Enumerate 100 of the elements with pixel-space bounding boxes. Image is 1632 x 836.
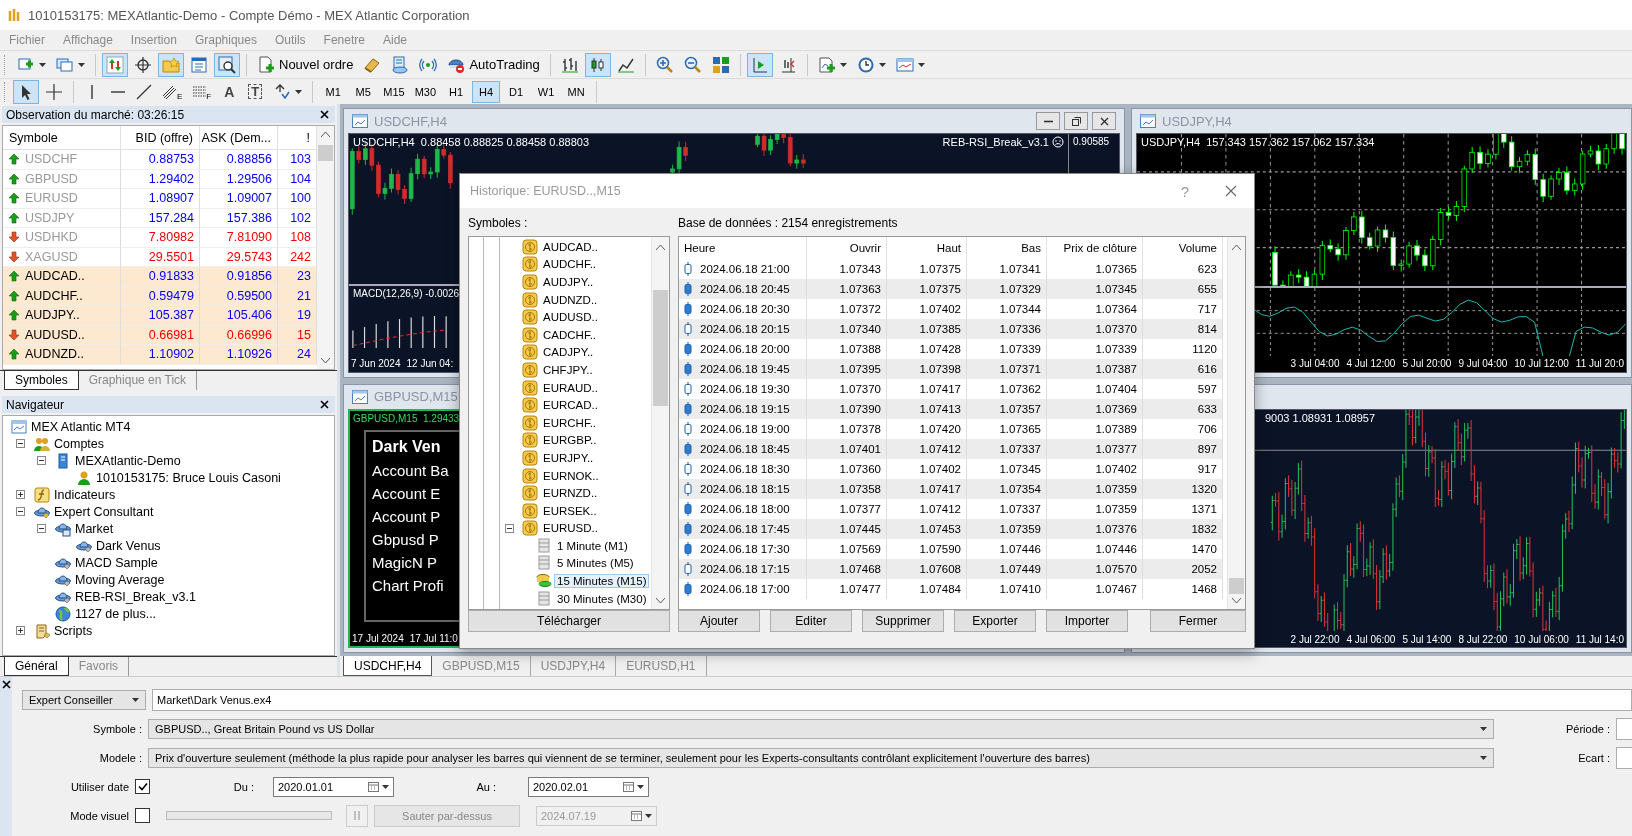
text-label-tool-button[interactable]: T xyxy=(243,79,268,104)
tree-item[interactable]: Expert Consultant xyxy=(54,504,154,519)
tree-item[interactable]: Market xyxy=(75,521,114,536)
bid-cell: 105.387 xyxy=(121,306,200,326)
mode-dropdown[interactable]: Expert Conseiller xyxy=(22,689,146,710)
panel-line: MagicN P xyxy=(372,553,438,571)
time-axis-label: 5 Jul 20:00 xyxy=(1402,358,1452,369)
time-cell: 2024.06.18 18:15 xyxy=(679,479,807,499)
dialog-button[interactable]: Exporter xyxy=(954,610,1036,632)
tree-item[interactable]: 30 Minutes (M30) xyxy=(555,592,649,605)
channel-button[interactable]: E xyxy=(158,79,187,104)
close-cell: 1.07359 xyxy=(1047,479,1143,499)
period-button[interactable]: W1 xyxy=(532,80,561,103)
high-cell: 1.07417 xyxy=(887,479,967,499)
period-button[interactable]: H4 xyxy=(472,80,501,103)
tab[interactable]: Général xyxy=(4,657,69,676)
time-axis-label: 11 Jul 14:0 xyxy=(1575,633,1624,645)
tree-item[interactable]: Dark Venus xyxy=(96,538,161,553)
dialog-button[interactable]: Editer xyxy=(770,610,852,632)
download-button[interactable]: Télécharger xyxy=(468,610,670,632)
period-button[interactable]: D1 xyxy=(502,80,531,103)
symbol-cell: USDHKD xyxy=(3,228,121,248)
ask-cell: 1.09007 xyxy=(200,189,278,209)
dialog-button[interactable]: Supprimer xyxy=(862,610,944,632)
tree-item[interactable]: Scripts xyxy=(54,623,93,638)
symbol-cell: AUDJPY.. xyxy=(3,306,121,326)
tree-item[interactable]: CHFJPY.. xyxy=(541,363,595,376)
chart-info-text: 9003 1.08931 1.08957 xyxy=(1265,411,1376,424)
chart-tab[interactable]: USDCHF,H4 xyxy=(343,656,433,676)
bid-cell: 0.91833 xyxy=(121,267,200,287)
tree-item[interactable]: EURJPY.. xyxy=(541,451,596,464)
chart-window-title: GBPUSD,M15 xyxy=(374,389,458,404)
tree-item[interactable]: EURCAD.. xyxy=(541,399,600,412)
toolbar-button[interactable]: Nouvel ordre xyxy=(253,52,358,77)
dialog-button[interactable]: Importer xyxy=(1046,610,1128,632)
panel-title: Observation du marché: 03:26:15 xyxy=(6,107,185,122)
checkbox-label: Mode visuel xyxy=(69,809,129,822)
tree-item[interactable]: Moving Average xyxy=(75,572,165,587)
tree-item[interactable]: EURCHF.. xyxy=(541,416,599,429)
dialog-button[interactable]: Ajouter xyxy=(678,610,760,632)
tree-item[interactable]: AUDUSD.. xyxy=(541,311,600,324)
time-axis-label: 7 Jun 2024 xyxy=(351,358,401,369)
low-cell: 1.07359 xyxy=(967,519,1047,539)
tree-item[interactable]: CADJPY.. xyxy=(541,346,596,359)
tree-item[interactable]: AUDNZD.. xyxy=(541,293,600,306)
text-tool-button[interactable]: A xyxy=(217,79,242,104)
tree-item[interactable]: EURAUD.. xyxy=(541,381,600,394)
symbol-dropdown[interactable]: GBPUSD.., Great Britain Pound vs US Dollar xyxy=(148,718,1494,739)
ask-cell: 0.88856 xyxy=(200,150,278,170)
low-cell: 1.07337 xyxy=(967,439,1047,459)
tree-item[interactable]: AUDJPY.. xyxy=(541,276,596,288)
toolbar-button[interactable]: AutoTrading xyxy=(443,52,544,77)
panel-line: Gbpusd P xyxy=(372,530,439,548)
bid-cell: 157.284 xyxy=(121,208,200,228)
volume-cell: 655 xyxy=(1143,279,1223,299)
tree-item[interactable]: EURNZD.. xyxy=(541,487,600,500)
period-button[interactable]: H1 xyxy=(442,80,471,103)
tree-item[interactable]: 1127 de plus... xyxy=(75,606,157,621)
tree-item[interactable]: Comptes xyxy=(54,436,105,451)
time-cell: 2024.06.18 17:15 xyxy=(679,559,807,579)
tree-item[interactable]: 15 Minutes (M15) xyxy=(555,575,649,588)
tree-item[interactable]: AUDCHF.. xyxy=(541,258,599,271)
high-cell: 1.07398 xyxy=(887,359,967,379)
ask-cell: 1.10926 xyxy=(200,345,278,365)
time-axis-label: 12 Jun 04: xyxy=(406,358,454,369)
time-axis-label: 2 Jul 22:00 xyxy=(1290,633,1340,645)
model-dropdown[interactable]: Prix d'ouverture seulement (méthode la plus rapide pour analyser les barres qui viennent de se terminer, seulement pour les Experts-consultants contrôlant explicitement l'ouverture des barres) xyxy=(148,747,1494,768)
tree-item[interactable]: MEXAtlantic-Demo xyxy=(75,453,181,468)
tree-item[interactable]: MACD Sample xyxy=(75,555,158,570)
tree-item[interactable]: 1010153175: Bruce Louis Casoni xyxy=(96,470,281,485)
date-field[interactable]: 2020.02.01 xyxy=(528,776,649,797)
tree-item[interactable]: REB-RSI_Break_v3.1 xyxy=(75,589,196,604)
close-cell: 1.07369 xyxy=(1047,399,1143,419)
period-button[interactable]: M30 xyxy=(410,80,441,103)
dialog-button[interactable]: Fermer xyxy=(1150,610,1246,632)
tree-item[interactable]: EURSEK.. xyxy=(541,504,599,517)
period-button[interactable]: M1 xyxy=(319,80,348,103)
tree-item[interactable]: EURGBP.. xyxy=(541,434,599,447)
field-label: Ecart : xyxy=(1577,751,1610,764)
tree-item[interactable]: 1 Minute (M1) xyxy=(555,539,630,552)
symbol-cell: AUDCHF.. xyxy=(3,286,121,306)
period-button[interactable]: M15 xyxy=(379,80,409,103)
tree-item[interactable]: CADCHF.. xyxy=(541,328,599,341)
time-axis-label: 11 Jul 20:0 xyxy=(1575,358,1624,369)
tree-item[interactable]: AUDCAD.. xyxy=(541,240,600,253)
tree-item[interactable]: 5 Minutes (M5) xyxy=(555,557,636,570)
time-axis-label: 4 Jul 06:00 xyxy=(1346,633,1396,645)
spread-cell: 24 xyxy=(278,345,317,365)
tree-item[interactable]: EURUSD.. xyxy=(541,522,600,535)
tree-item[interactable]: MEX Atlantic MT4 xyxy=(31,419,131,434)
tree-item[interactable]: Indicateurs xyxy=(54,487,116,502)
tree-item[interactable]: EURNOK.. xyxy=(541,469,601,482)
tab[interactable]: Symboles xyxy=(4,371,79,390)
fibonacci-button[interactable]: F xyxy=(188,79,216,104)
panel-line: Account Ba xyxy=(372,461,449,479)
period-button[interactable]: MN xyxy=(562,80,591,103)
period-button[interactable]: M5 xyxy=(349,80,378,103)
chart-info-text: GBPUSD,M15 1.29433 xyxy=(352,411,461,426)
expert-field[interactable]: Market\Dark Venus.ex4 xyxy=(152,688,1632,711)
date-field[interactable]: 2020.01.01 xyxy=(273,776,394,797)
